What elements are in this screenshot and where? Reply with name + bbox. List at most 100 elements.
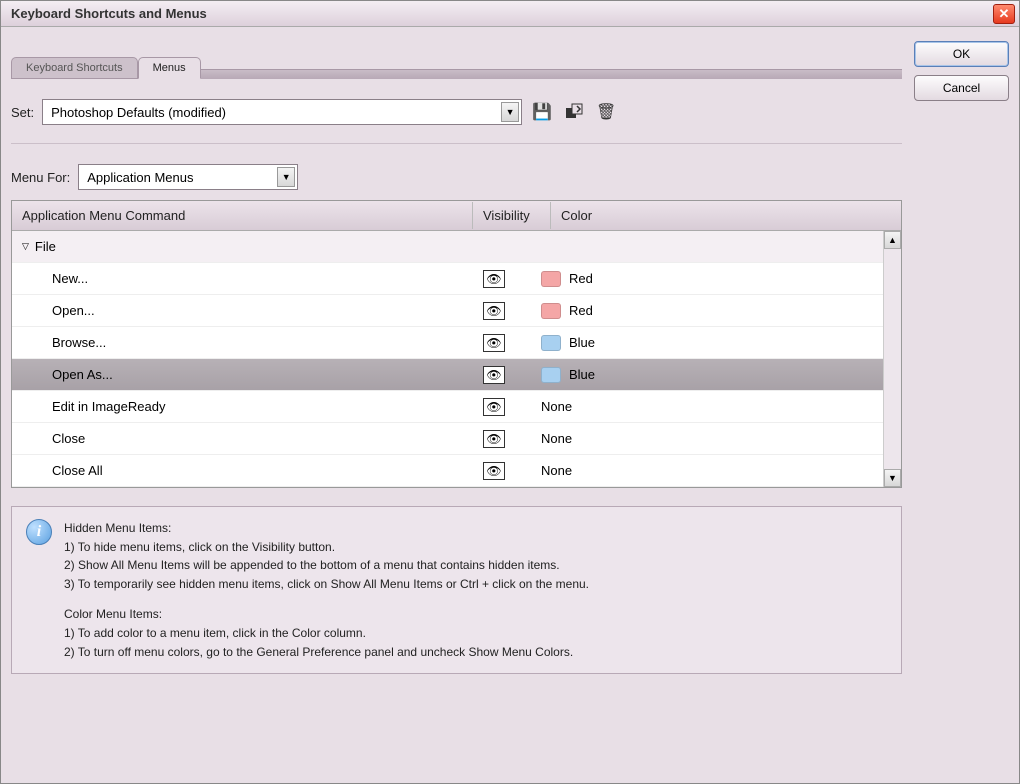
- visibility-cell: 👁: [455, 302, 533, 320]
- scrollbar[interactable]: ▲ ▼: [883, 231, 901, 487]
- info-text: Hidden Menu Items: 1) To hide menu items…: [64, 519, 589, 661]
- color-cell[interactable]: Red: [533, 271, 883, 287]
- eye-icon: 👁: [486, 336, 501, 350]
- info-line: 1) To hide menu items, click on the Visi…: [64, 538, 589, 557]
- color-cell[interactable]: None: [533, 431, 883, 446]
- color-cell[interactable]: Blue: [533, 367, 883, 383]
- tabs: Keyboard Shortcuts Menus: [11, 55, 902, 79]
- tab-menus[interactable]: Menus: [138, 57, 201, 79]
- th-command[interactable]: Application Menu Command: [12, 202, 473, 229]
- menufor-label: Menu For:: [11, 170, 70, 185]
- visibility-cell: 👁: [455, 398, 533, 416]
- info-line: 2) To turn off menu colors, go to the Ge…: [64, 643, 589, 662]
- th-visibility[interactable]: Visibility: [473, 202, 551, 229]
- group-label: File: [35, 239, 56, 254]
- eye-icon: 👁: [486, 272, 501, 286]
- eye-icon: 👁: [486, 368, 501, 382]
- color-swatch[interactable]: [541, 271, 561, 287]
- ok-button[interactable]: OK: [914, 41, 1009, 67]
- close-icon: ✕: [999, 6, 1010, 22]
- save-set-icon[interactable]: 💾: [530, 100, 554, 124]
- color-label: None: [541, 399, 572, 414]
- dialog-body: Keyboard Shortcuts Menus Set: Photoshop …: [1, 27, 1019, 783]
- menufor-select[interactable]: Application Menus ▼: [78, 164, 298, 190]
- set-select-value: Photoshop Defaults (modified): [51, 105, 226, 120]
- info-line: 3) To temporarily see hidden menu items,…: [64, 575, 589, 594]
- disclosure-triangle-icon[interactable]: ▽: [22, 241, 29, 252]
- visibility-cell: 👁: [455, 430, 533, 448]
- color-label: Red: [569, 303, 593, 318]
- table-row[interactable]: Open...👁Red: [12, 295, 883, 327]
- color-cell[interactable]: Red: [533, 303, 883, 319]
- color-label: Blue: [569, 367, 595, 382]
- visibility-cell: 👁: [455, 366, 533, 384]
- color-cell[interactable]: Blue: [533, 335, 883, 351]
- info-line: 1) To add color to a menu item, click in…: [64, 624, 589, 643]
- divider: [11, 143, 902, 144]
- info-hidden-title: Hidden Menu Items:: [64, 519, 589, 538]
- table-body: ▽FileNew...👁RedOpen...👁RedBrowse...👁Blue…: [12, 231, 901, 487]
- info-color-title: Color Menu Items:: [64, 605, 589, 624]
- scroll-up-icon[interactable]: ▲: [884, 231, 901, 249]
- color-cell[interactable]: None: [533, 463, 883, 478]
- group-cell: ▽ File: [12, 239, 455, 254]
- tab-content: Set: Photoshop Defaults (modified) ▼ 💾 🗑…: [11, 79, 902, 674]
- command-cell: Close: [12, 431, 455, 446]
- visibility-cell: 👁: [455, 462, 533, 480]
- color-label: Blue: [569, 335, 595, 350]
- set-label: Set:: [11, 105, 34, 120]
- table-row[interactable]: Close All 👁 None: [12, 455, 883, 487]
- visibility-toggle[interactable]: 👁: [483, 270, 505, 288]
- visibility-toggle[interactable]: 👁: [483, 430, 505, 448]
- set-row: Set: Photoshop Defaults (modified) ▼ 💾 🗑: [11, 99, 902, 125]
- info-icon: i: [26, 519, 52, 545]
- scroll-down-icon[interactable]: ▼: [884, 469, 901, 487]
- visibility-toggle[interactable]: 👁: [483, 334, 505, 352]
- command-cell: Close All: [12, 463, 455, 478]
- chevron-down-icon: ▼: [277, 167, 295, 187]
- cancel-button[interactable]: Cancel: [914, 75, 1009, 101]
- visibility-cell: 👁: [455, 334, 533, 352]
- command-cell: Open As...: [12, 367, 455, 382]
- color-swatch[interactable]: [541, 367, 561, 383]
- chevron-down-icon: ▼: [501, 102, 519, 122]
- info-box: i Hidden Menu Items: 1) To hide menu ite…: [11, 506, 902, 674]
- table-group-row[interactable]: ▽ File: [12, 231, 883, 263]
- window-title: Keyboard Shortcuts and Menus: [11, 6, 207, 21]
- delete-set-icon[interactable]: 🗑: [594, 100, 618, 124]
- side-panel: OK Cancel: [914, 37, 1009, 773]
- color-swatch[interactable]: [541, 335, 561, 351]
- color-label: None: [541, 431, 572, 446]
- command-cell: New...: [12, 271, 455, 286]
- color-swatch[interactable]: [541, 303, 561, 319]
- info-line: 2) Show All Menu Items will be appended …: [64, 556, 589, 575]
- table-row[interactable]: Browse... 👁 Blue: [12, 327, 883, 359]
- menufor-select-value: Application Menus: [87, 170, 193, 185]
- tab-keyboard-shortcuts[interactable]: Keyboard Shortcuts: [11, 57, 138, 79]
- visibility-toggle[interactable]: 👁: [483, 462, 505, 480]
- set-select[interactable]: Photoshop Defaults (modified) ▼: [42, 99, 522, 125]
- color-cell[interactable]: None: [533, 399, 883, 414]
- titlebar: Keyboard Shortcuts and Menus ✕: [1, 1, 1019, 27]
- visibility-toggle[interactable]: 👁: [483, 398, 505, 416]
- eye-icon: 👁: [486, 464, 501, 478]
- menu-table: Application Menu Command Visibility Colo…: [11, 200, 902, 488]
- close-button[interactable]: ✕: [993, 4, 1015, 24]
- dialog-window: Keyboard Shortcuts and Menus ✕ Keyboard …: [0, 0, 1020, 784]
- save-set-as-icon[interactable]: [562, 100, 586, 124]
- command-cell: Browse...: [12, 335, 455, 350]
- table-row[interactable]: Edit in ImageReady 👁 None: [12, 391, 883, 423]
- spacer: [64, 593, 589, 605]
- visibility-toggle[interactable]: 👁: [483, 302, 505, 320]
- eye-icon: 👁: [486, 304, 501, 318]
- menufor-row: Menu For: Application Menus ▼: [11, 164, 902, 190]
- table-row[interactable]: Open As... 👁 Blue: [12, 359, 883, 391]
- table-row[interactable]: Close 👁 None: [12, 423, 883, 455]
- main-panel: Keyboard Shortcuts Menus Set: Photoshop …: [11, 37, 902, 773]
- th-color[interactable]: Color: [551, 202, 901, 229]
- color-label: None: [541, 463, 572, 478]
- visibility-toggle[interactable]: 👁: [483, 366, 505, 384]
- eye-icon: 👁: [486, 400, 501, 414]
- table-row[interactable]: New... 👁 Red: [12, 263, 883, 295]
- command-cell: Edit in ImageReady: [12, 399, 455, 414]
